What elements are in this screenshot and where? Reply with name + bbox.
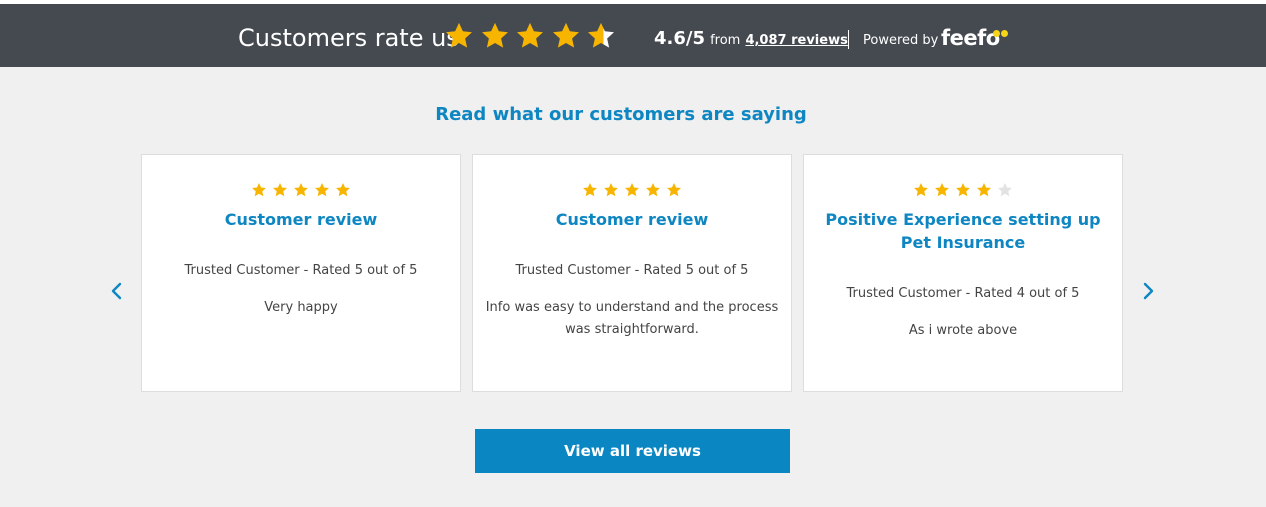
score-from-label: from: [710, 33, 741, 48]
star-filled-icon: [315, 183, 329, 197]
star-filled-icon: [517, 22, 543, 48]
star-filled-icon: [604, 183, 618, 197]
star-filled-icon: [252, 183, 266, 197]
carousel-next-button[interactable]: [1136, 279, 1160, 303]
overall-rating-stars: [444, 21, 622, 53]
star-filled-icon: [273, 183, 287, 197]
banner-divider: [848, 30, 849, 49]
review-title: Customer review: [555, 210, 709, 229]
review-text: As i wrote above: [908, 323, 1018, 338]
feefo-logo-eyes: [993, 30, 1009, 37]
star-half-icon: [588, 22, 614, 48]
section-title: Read what our customers are saying: [435, 104, 807, 125]
star-filled-icon: [646, 183, 660, 197]
chevron-left-icon: [111, 282, 122, 300]
star-filled-icon: [294, 183, 308, 197]
rating-banner-title: Customers rate us: [238, 24, 459, 52]
star-filled-icon: [625, 183, 639, 197]
review-author-rating: Trusted Customer - Rated 5 out of 5: [515, 263, 749, 278]
carousel-prev-button[interactable]: [105, 279, 129, 303]
review-author-rating: Trusted Customer - Rated 4 out of 5: [846, 286, 1080, 301]
review-rating-stars: [804, 182, 1122, 198]
review-card: Positive Experience setting up Pet Insur…: [803, 154, 1123, 392]
chevron-right-icon: [1143, 282, 1154, 300]
view-all-reviews-button[interactable]: View all reviews: [475, 429, 790, 473]
review-author-rating: Trusted Customer - Rated 5 out of 5: [184, 263, 418, 278]
review-card: Customer review Trusted Customer - Rated…: [141, 154, 461, 392]
star-filled-icon: [914, 183, 928, 197]
star-filled-icon: [956, 183, 970, 197]
star-filled-icon: [977, 183, 991, 197]
star-filled-icon: [583, 183, 597, 197]
overall-score: 4.6/5 from 4,087 reviews: [654, 28, 848, 52]
star-filled-icon: [481, 22, 508, 48]
review-text: Info was easy to understand and the proc…: [485, 300, 779, 337]
star-empty-icon: [998, 183, 1012, 197]
star-filled-icon: [336, 183, 350, 197]
review-title: Customer review: [224, 210, 378, 229]
feefo-logo[interactable]: feefo: [941, 24, 1000, 52]
score-value: 4.6/5: [654, 28, 705, 49]
star-filled-icon: [935, 183, 949, 197]
reviews-count-link[interactable]: 4,087 reviews: [745, 33, 847, 48]
star-filled-icon: [446, 22, 472, 48]
review-text: Very happy: [264, 300, 338, 315]
powered-by-label: Powered by: [863, 33, 939, 48]
review-rating-stars: [473, 182, 791, 198]
star-filled-icon: [667, 183, 681, 197]
rating-banner: Customers rate us 4.6/5 from 4,087 revie…: [0, 4, 1266, 67]
star-filled-icon: [552, 22, 579, 48]
reviews-section: Read what our customers are saying Custo…: [0, 67, 1266, 507]
review-card: Customer review Trusted Customer - Rated…: [472, 154, 792, 392]
review-title: Positive Experience setting up Pet Insur…: [825, 210, 1101, 252]
review-rating-stars: [142, 182, 460, 198]
